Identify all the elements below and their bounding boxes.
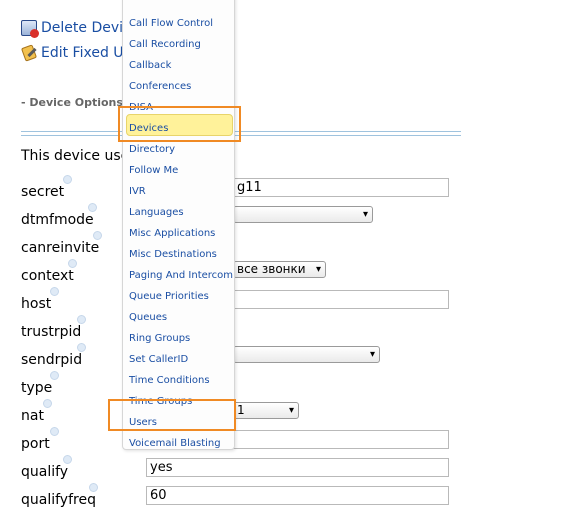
dtmfmode-select[interactable]: ▾ [233, 206, 373, 223]
field-row-trustrpid: trustrpid [21, 315, 86, 340]
field-row-type: type [21, 371, 59, 396]
menu-item-callback[interactable]: Callback [129, 60, 171, 71]
menu-item-set-callerid[interactable]: Set CallerID [129, 354, 188, 365]
qualify-input[interactable]: yes [146, 458, 449, 477]
menu-item-voicemail-blasting[interactable]: Voicemail Blasting [129, 438, 221, 449]
field-row-sendrpid: sendrpid [21, 343, 86, 368]
field-label-qualifyfreq: qualifyfreq [21, 492, 96, 508]
help-icon[interactable] [63, 175, 72, 184]
context-value: все звонки [237, 262, 306, 276]
menu-item-misc-destinations[interactable]: Misc Destinations [129, 249, 217, 260]
field-label-sendrpid: sendrpid [21, 352, 83, 368]
field-label-context: context [21, 268, 74, 284]
host-input[interactable] [233, 290, 449, 309]
context-select[interactable]: все звонки ▾ [233, 261, 326, 278]
field-row-port: port [21, 427, 59, 452]
chevron-down-icon: ▾ [315, 264, 321, 275]
menu-item-ring-groups[interactable]: Ring Groups [129, 333, 190, 344]
menu-item-conferences[interactable]: Conferences [129, 81, 191, 92]
help-icon[interactable] [77, 315, 86, 324]
field-label-type: type [21, 380, 53, 396]
chevron-down-icon: ▾ [362, 209, 368, 220]
field-row-context: context [21, 259, 77, 284]
menu-item-paging-and-intercom[interactable]: Paging And Intercom [129, 270, 233, 281]
field-label-host: host [21, 296, 52, 312]
field-row-secret: secret [21, 175, 72, 200]
chevron-down-icon: ▾ [369, 349, 375, 360]
field-row-host: host [21, 287, 59, 312]
port-input[interactable] [233, 430, 449, 449]
help-icon[interactable] [89, 483, 98, 492]
chevron-down-icon: ▾ [288, 405, 294, 416]
help-icon[interactable] [93, 231, 102, 240]
menu-item-misc-applications[interactable]: Misc Applications [129, 228, 215, 239]
devices-callout-box [118, 106, 241, 142]
device-options-heading[interactable]: - Device Options [21, 96, 123, 109]
field-row-qualify: qualify [21, 455, 72, 480]
field-label-qualify: qualify [21, 464, 69, 480]
menu-item-languages[interactable]: Languages [129, 207, 184, 218]
menu-item-time-conditions[interactable]: Time Conditions [129, 375, 210, 386]
delete-device-icon [21, 20, 39, 38]
qualifyfreq-input[interactable]: 60 [146, 486, 449, 505]
help-icon[interactable] [50, 371, 59, 380]
menu-item-follow-me[interactable]: Follow Me [129, 165, 178, 176]
help-icon[interactable] [68, 259, 77, 268]
device-intro-text: This device uses [21, 148, 137, 164]
field-label-port: port [21, 436, 50, 452]
help-icon[interactable] [88, 203, 97, 212]
field-label-secret: secret [21, 184, 65, 200]
nat-value: 1 [237, 403, 245, 417]
field-row-qualifyfreq: qualifyfreq [21, 483, 98, 508]
menu-item-ivr[interactable]: IVR [129, 186, 146, 197]
field-row-nat: nat [21, 399, 52, 424]
help-icon[interactable] [77, 343, 86, 352]
help-icon[interactable] [50, 287, 59, 296]
edit-pencil-icon [21, 45, 37, 61]
field-label-trustrpid: trustrpid [21, 324, 82, 340]
field-label-nat: nat [21, 408, 44, 424]
qualify-value: yes [150, 460, 173, 475]
nat-select[interactable]: 1 ▾ [233, 402, 299, 419]
edit-fixed-user-action[interactable]: Edit Fixed Us [21, 43, 131, 63]
sendrpid-select[interactable]: ▾ [233, 346, 380, 363]
menu-item-queue-priorities[interactable]: Queue Priorities [129, 291, 209, 302]
field-label-dtmfmode: dtmfmode [21, 212, 94, 228]
menu-item-call-flow-control[interactable]: Call Flow Control [129, 18, 213, 29]
users-callout-box [108, 399, 236, 431]
menu-item-call-recording[interactable]: Call Recording [129, 39, 201, 50]
help-icon[interactable] [63, 455, 72, 464]
menu-item-directory[interactable]: Directory [129, 144, 175, 155]
help-icon[interactable] [50, 427, 59, 436]
field-row-canreinvite: canreinvite [21, 231, 102, 256]
secret-input[interactable]: g11 [233, 178, 449, 197]
section-divider [21, 131, 461, 136]
delete-device-action[interactable]: Delete Devic [21, 18, 131, 38]
secret-value: g11 [237, 180, 262, 195]
field-row-dtmfmode: dtmfmode [21, 203, 97, 228]
module-dropdown-menu: Call Flow Control Call Recording Callback C… [122, 0, 235, 450]
menu-item-queues[interactable]: Queues [129, 312, 167, 323]
delete-device-link[interactable]: Delete Devic [41, 20, 131, 36]
edit-fixed-user-link[interactable]: Edit Fixed Us [41, 45, 131, 61]
qualifyfreq-value: 60 [150, 488, 167, 503]
help-icon[interactable] [43, 399, 52, 408]
field-label-canreinvite: canreinvite [21, 240, 100, 256]
